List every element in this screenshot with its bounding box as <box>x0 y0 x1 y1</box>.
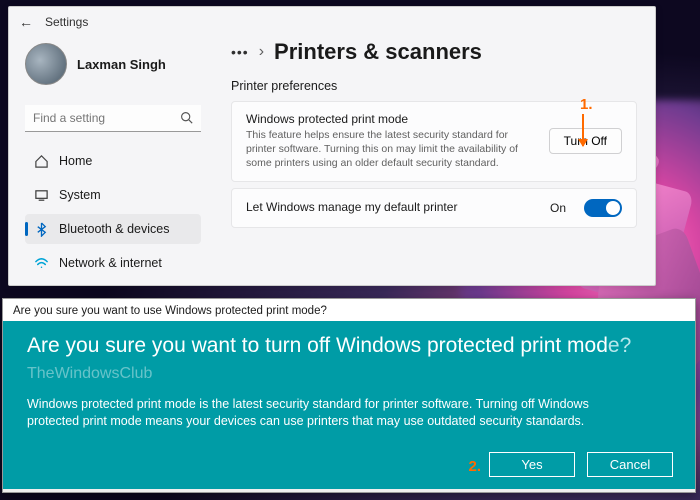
breadcrumb: ••• › Printers & scanners <box>231 39 637 65</box>
search-input[interactable] <box>25 105 201 132</box>
sidebar-item-network[interactable]: Network & internet <box>25 248 201 278</box>
toggle-state-label: On <box>550 201 566 215</box>
dialog-heading-text: Are you sure you want to turn off Window… <box>27 334 608 357</box>
confirmation-dialog: Are you sure you want to use Windows pro… <box>2 298 696 493</box>
sidebar: Laxman Singh Home System <box>9 37 209 285</box>
annotation-label-1: 1. <box>580 96 593 113</box>
user-name: Laxman Singh <box>77 57 166 72</box>
content-pane: ••• › Printers & scanners Printer prefer… <box>209 37 655 285</box>
system-icon <box>33 187 49 203</box>
toggle-switch[interactable] <box>584 199 622 217</box>
dialog-heading-q: e? <box>608 334 631 357</box>
setting-card-protected-print: Windows protected print mode This featur… <box>231 101 637 182</box>
setting-title: Let Windows manage my default printer <box>246 200 538 214</box>
chevron-right-icon: › <box>259 43 264 61</box>
wifi-icon <box>33 255 49 271</box>
breadcrumb-more-icon[interactable]: ••• <box>231 44 249 60</box>
search-icon[interactable] <box>180 111 193 127</box>
section-heading: Printer preferences <box>231 79 637 93</box>
search-field[interactable] <box>25 105 201 132</box>
watermark-text: TheWindowsClub <box>27 365 152 382</box>
bluetooth-icon <box>33 221 49 237</box>
sidebar-item-system[interactable]: System <box>25 180 201 210</box>
dialog-actions: Yes Cancel <box>489 452 673 477</box>
titlebar: ← Settings <box>9 7 655 37</box>
sidebar-item-home[interactable]: Home <box>25 146 201 176</box>
setting-title: Windows protected print mode <box>246 112 537 126</box>
dialog-message: Windows protected print mode is the late… <box>27 396 637 431</box>
page-title: Printers & scanners <box>274 39 482 65</box>
dialog-heading: Are you sure you want to turn off Window… <box>27 333 671 386</box>
sidebar-item-label: Home <box>59 154 92 168</box>
dialog-titlebar: Are you sure you want to use Windows pro… <box>3 299 695 321</box>
window-title: Settings <box>45 15 88 29</box>
sidebar-item-bluetooth-devices[interactable]: Bluetooth & devices <box>25 214 201 244</box>
user-profile[interactable]: Laxman Singh <box>25 41 201 87</box>
dialog-body: Are you sure you want to turn off Window… <box>3 321 695 489</box>
yes-button[interactable]: Yes <box>489 452 575 477</box>
home-icon <box>33 153 49 169</box>
back-icon[interactable]: ← <box>19 14 33 30</box>
avatar <box>25 43 67 85</box>
annotation-arrow-icon <box>582 114 584 146</box>
setting-description: This feature helps ensure the latest sec… <box>246 128 537 171</box>
sidebar-item-label: System <box>59 188 101 202</box>
setting-card-default-printer: Let Windows manage my default printer On <box>231 188 637 228</box>
cancel-button[interactable]: Cancel <box>587 452 673 477</box>
sidebar-item-label: Network & internet <box>59 256 162 270</box>
annotation-label-2: 2. <box>468 458 481 475</box>
sidebar-item-label: Bluetooth & devices <box>59 222 170 236</box>
settings-window: ← Settings Laxman Singh Home <box>8 6 656 286</box>
